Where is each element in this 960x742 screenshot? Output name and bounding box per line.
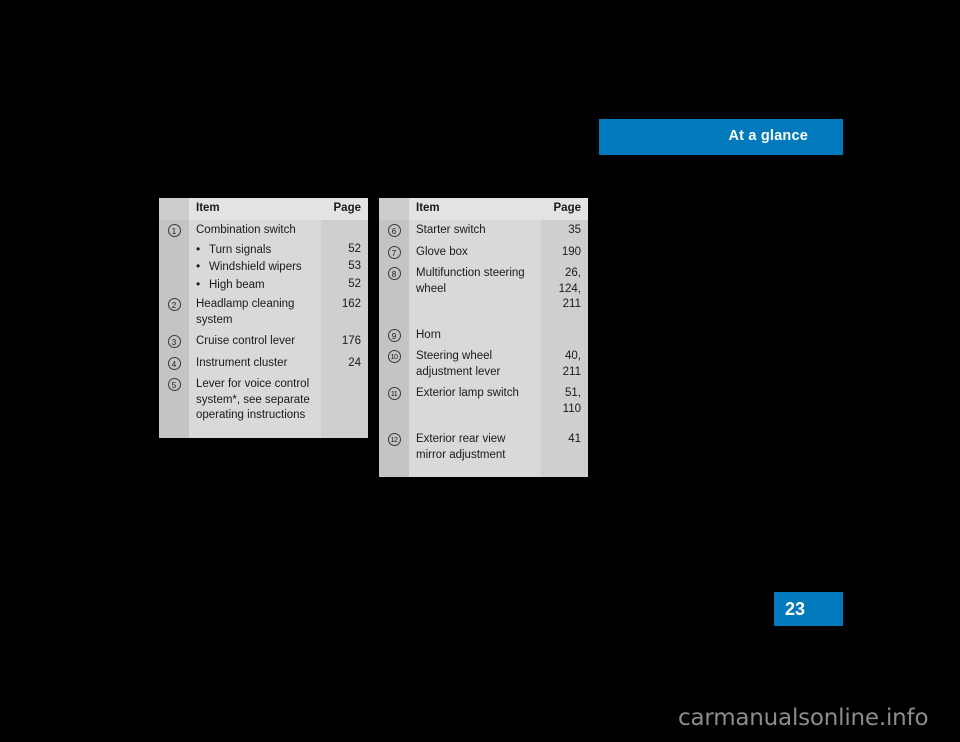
- row-page-cell: [541, 324, 588, 346]
- row-number-cell: 5: [159, 374, 189, 427]
- row-page-cell: 35: [541, 220, 588, 242]
- legend-table-left: Item Page 1 Combination switch • Turn si…: [159, 198, 368, 438]
- row-number-cell: 8: [379, 263, 409, 316]
- site-watermark: carmanualsonline.info: [678, 705, 929, 731]
- row-number-cell: 10: [379, 346, 409, 383]
- page-title: At a glance: [728, 128, 808, 144]
- row-item-cell: • High beam: [189, 276, 321, 294]
- callout-number-icon: 2: [167, 298, 181, 311]
- table-row: 7 Glove box 190: [379, 241, 588, 263]
- row-item-cell: Instrument cluster: [189, 352, 321, 374]
- row-item-cell: Glove box: [409, 241, 541, 263]
- row-item-cell: Cruise control lever: [189, 331, 321, 353]
- table-spacer: [379, 315, 588, 325]
- callout-number-icon: 7: [387, 245, 401, 259]
- table-row: • Windshield wipers 53: [159, 259, 368, 277]
- row-page-cell: 52: [321, 241, 368, 259]
- row-number-cell: 2: [159, 294, 189, 331]
- row-item-label: High beam: [209, 278, 265, 291]
- table-row: 9 Horn: [379, 324, 588, 346]
- table-row: 2 Headlamp cleaning system 162: [159, 294, 368, 331]
- row-page-cell: 176: [321, 331, 368, 353]
- table-row: 5 Lever for voice control system*, see s…: [159, 374, 368, 427]
- table-row: 1 Combination switch: [159, 220, 368, 242]
- bullet-icon: •: [196, 276, 201, 291]
- table-row: 4 Instrument cluster 24: [159, 352, 368, 374]
- row-item-cell: Steering wheel adjustment lever: [409, 346, 541, 383]
- row-number-cell: [159, 241, 189, 259]
- table-row: 12 Exterior rear view mirror adjustment …: [379, 429, 588, 466]
- row-item-label: Windshield wipers: [209, 261, 302, 273]
- row-number-cell: [159, 276, 189, 294]
- header-cell-number: [379, 198, 409, 220]
- row-page-cell: 52: [321, 276, 368, 294]
- callout-number-icon: 10: [387, 350, 401, 363]
- row-item-cell: Starter switch: [409, 220, 541, 242]
- row-number-cell: 7: [379, 241, 409, 263]
- row-number-cell: [159, 259, 189, 277]
- row-page-cell: 190: [541, 241, 588, 263]
- callout-number-icon: 9: [387, 328, 401, 342]
- table-row: • Turn signals 52: [159, 241, 368, 259]
- page-number-block: 23: [774, 592, 843, 626]
- table-header-row: Item Page: [159, 198, 368, 220]
- table-bottom-padding: [159, 426, 368, 438]
- table-header-row: Item Page: [379, 198, 588, 220]
- row-page-cell: 40, 211: [541, 346, 588, 383]
- row-page-cell: 24: [321, 352, 368, 374]
- row-number-cell: 12: [379, 429, 409, 466]
- row-page-cell: 26, 124, 211: [541, 263, 588, 316]
- callout-number-icon: 1: [167, 224, 181, 237]
- table-row: 3 Cruise control lever 176: [159, 331, 368, 353]
- callout-number-icon: 12: [387, 433, 401, 446]
- row-page-cell: 162: [321, 294, 368, 331]
- row-page-cell: [321, 220, 368, 242]
- table-row: • High beam 52: [159, 276, 368, 294]
- row-page-cell: 51, 110: [541, 383, 588, 420]
- callout-number-icon: 4: [167, 356, 181, 370]
- table-spacer: [379, 420, 588, 429]
- bullet-icon: •: [196, 241, 201, 256]
- header-cell-item: Item: [189, 198, 321, 220]
- header-cell-page: Page: [541, 198, 588, 220]
- row-page-cell: 53: [321, 259, 368, 277]
- callout-number-icon: 6: [387, 224, 401, 237]
- row-page-cell: 41: [541, 429, 588, 466]
- header-cell-item: Item: [409, 198, 541, 220]
- page-number-value: 23: [785, 599, 806, 619]
- table-row: 8 Multifunction steering wheel 26, 124, …: [379, 263, 588, 316]
- table-row: 6 Starter switch 35: [379, 220, 588, 242]
- row-item-cell: Lever for voice control system*, see sep…: [189, 374, 321, 427]
- row-item-cell: • Windshield wipers: [189, 259, 321, 277]
- callout-number-icon: 3: [167, 335, 181, 348]
- callout-number-icon: 11: [387, 387, 401, 400]
- table-row: 11 Exterior lamp switch 51, 110: [379, 383, 588, 420]
- row-item-label: Turn signals: [209, 243, 272, 256]
- row-number-cell: 4: [159, 352, 189, 374]
- header-cell-number: [159, 198, 189, 220]
- row-number-cell: 6: [379, 220, 409, 242]
- table-bottom-padding: [379, 466, 588, 477]
- row-number-cell: 11: [379, 383, 409, 420]
- callout-number-icon: 8: [387, 267, 401, 280]
- row-item-cell: Headlamp cleaning system: [189, 294, 321, 331]
- header-cell-page: Page: [321, 198, 368, 220]
- row-item-cell: Exterior rear view mirror adjustment: [409, 429, 541, 466]
- section-banner: At a glance: [599, 119, 843, 155]
- legend-table-right: Item Page 6 Starter switch 35 7 Glove bo…: [379, 198, 588, 477]
- row-item-cell: • Turn signals: [189, 241, 321, 259]
- row-number-cell: 1: [159, 220, 189, 242]
- bullet-icon: •: [196, 259, 201, 273]
- row-number-cell: 3: [159, 331, 189, 353]
- table-row: 10 Steering wheel adjustment lever 40, 2…: [379, 346, 588, 383]
- row-number-cell: 9: [379, 324, 409, 346]
- callout-number-icon: 5: [167, 378, 181, 391]
- row-item-cell: Horn: [409, 324, 541, 346]
- row-page-cell: [321, 374, 368, 427]
- row-item-cell: Multifunction steering wheel: [409, 263, 541, 316]
- row-item-cell: Combination switch: [189, 220, 321, 242]
- row-item-cell: Exterior lamp switch: [409, 383, 541, 420]
